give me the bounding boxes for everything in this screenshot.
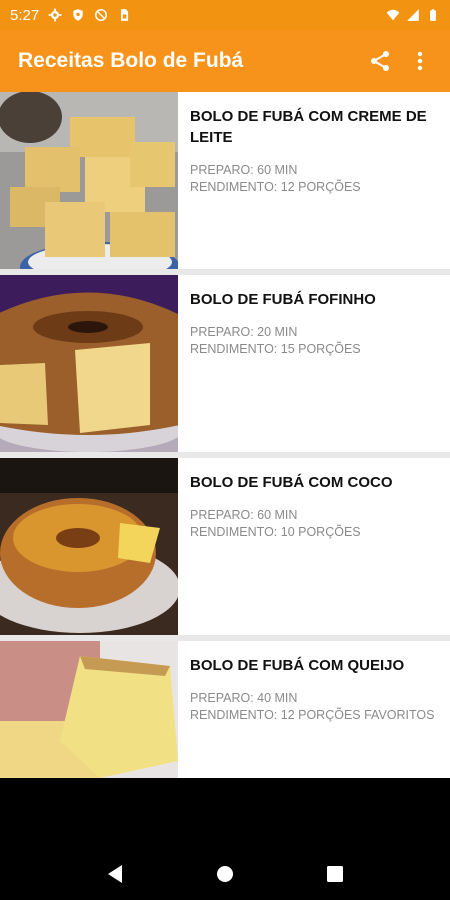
recents-button[interactable] <box>315 854 355 894</box>
recipe-card[interactable]: BOLO DE FUBÁ COM COCO PREPARO: 60 MIN RE… <box>0 458 450 635</box>
recipe-card[interactable]: BOLO DE FUBÁ FOFINHO PREPARO: 20 MIN REN… <box>0 275 450 452</box>
recipe-info: BOLO DE FUBÁ COM COCO PREPARO: 60 MIN RE… <box>178 458 450 635</box>
system-nav-bar <box>0 848 450 900</box>
recipe-rendimento: RENDIMENTO: 12 PORÇÕES <box>190 180 361 194</box>
more-vert-icon <box>417 51 423 71</box>
recipe-image <box>0 641 178 778</box>
status-bar: 5:27 <box>0 0 450 30</box>
status-time: 5:27 <box>10 6 40 24</box>
gear-icon <box>48 8 62 22</box>
home-icon <box>217 866 233 882</box>
status-right <box>386 8 440 22</box>
back-button[interactable] <box>95 854 135 894</box>
share-button[interactable] <box>360 41 400 81</box>
recipe-title: BOLO DE FUBÁ COM QUEIJO <box>190 657 405 674</box>
sim-card-icon <box>121 9 129 21</box>
recipe-info: BOLO DE FUBÁ COM CREME DE LEITE PREPARO:… <box>178 92 450 269</box>
recipe-preparo: PREPARO: 40 MIN <box>190 691 298 705</box>
recipe-meta: PREPARO: 60 MIN RENDIMENTO: 10 PORÇÕES <box>190 507 440 541</box>
recipe-info: BOLO DE FUBÁ FOFINHO PREPARO: 20 MIN REN… <box>178 275 450 452</box>
back-icon <box>108 865 122 883</box>
recipe-rendimento: RENDIMENTO: 15 PORÇÕES <box>190 342 361 356</box>
wifi-icon <box>386 9 400 21</box>
recipe-image <box>0 92 178 269</box>
recipe-title: BOLO DE FUBÁ COM CREME DE LEITE <box>190 108 427 146</box>
signal-icon <box>407 9 419 21</box>
status-left: 5:27 <box>10 7 131 24</box>
recipe-meta: PREPARO: 20 MIN RENDIMENTO: 15 PORÇÕES <box>190 324 440 358</box>
recipe-preparo: PREPARO: 60 MIN <box>190 163 298 177</box>
recipe-image <box>0 458 178 635</box>
recipe-preparo: PREPARO: 60 MIN <box>190 508 298 522</box>
recipe-preparo: PREPARO: 20 MIN <box>190 325 298 339</box>
no-disturb-icon <box>95 9 108 21</box>
share-icon <box>371 51 389 71</box>
empty-area <box>0 778 450 848</box>
recipe-title: BOLO DE FUBÁ COM COCO <box>190 474 393 491</box>
recipe-rendimento: RENDIMENTO: 12 PORÇÕES FAVORITOS <box>190 708 435 722</box>
recipe-card[interactable]: BOLO DE FUBÁ COM QUEIJO PREPARO: 40 MIN … <box>0 641 450 778</box>
home-button[interactable] <box>205 854 245 894</box>
battery-icon <box>430 9 436 21</box>
recipe-list[interactable]: BOLO DE FUBÁ COM CREME DE LEITE PREPARO:… <box>0 92 450 778</box>
recipe-image <box>0 275 178 452</box>
recipe-rendimento: RENDIMENTO: 10 PORÇÕES <box>190 525 361 539</box>
recipe-title: BOLO DE FUBÁ FOFINHO <box>190 291 376 308</box>
more-options-button[interactable] <box>400 41 440 81</box>
recipe-meta: PREPARO: 40 MIN RENDIMENTO: 12 PORÇÕES F… <box>190 690 440 724</box>
shield-icon <box>73 9 83 21</box>
recipe-meta: PREPARO: 60 MIN RENDIMENTO: 12 PORÇÕES <box>190 162 440 196</box>
recents-icon <box>327 866 343 882</box>
app-bar: Receitas Bolo de Fubá <box>0 30 450 92</box>
recipe-info: BOLO DE FUBÁ COM QUEIJO PREPARO: 40 MIN … <box>178 641 450 778</box>
app-title: Receitas Bolo de Fubá <box>18 49 244 72</box>
recipe-card[interactable]: BOLO DE FUBÁ COM CREME DE LEITE PREPARO:… <box>0 92 450 269</box>
